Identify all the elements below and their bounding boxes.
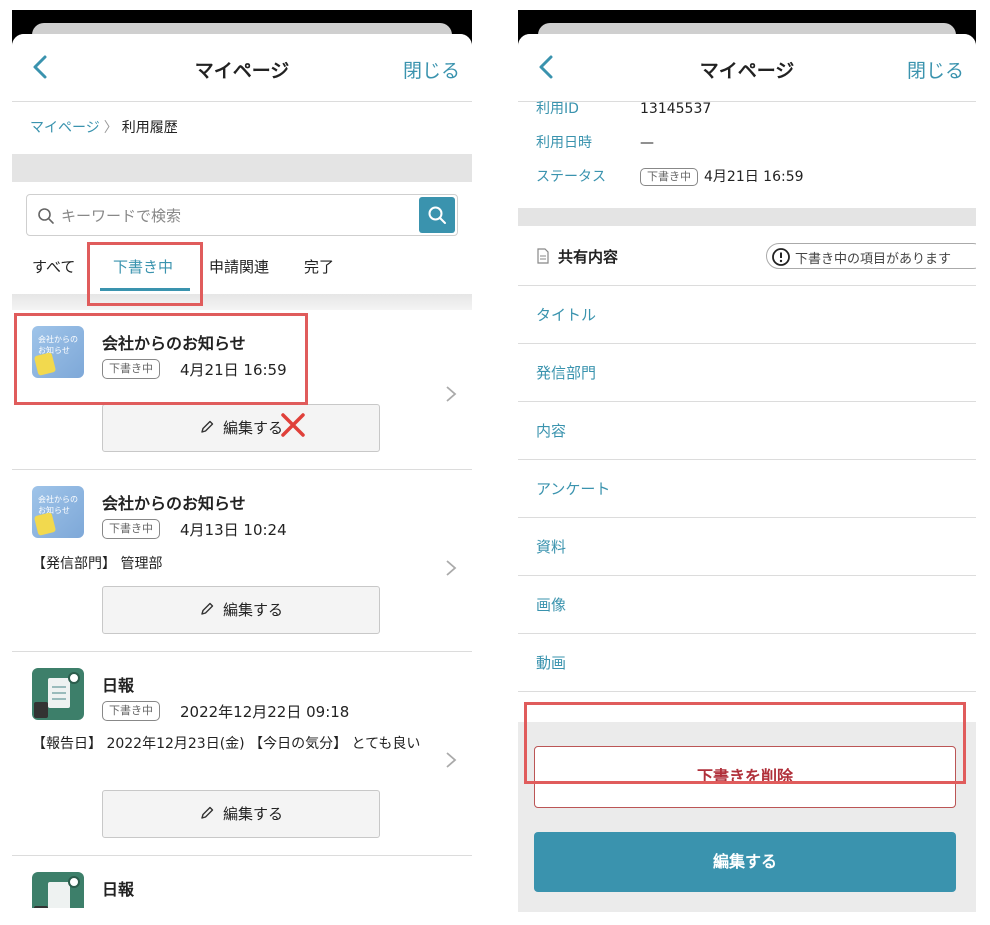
draft-notice-text: 下書き中の項目があります: [795, 252, 952, 267]
breadcrumb: マイページ〉利用履歴: [12, 102, 472, 154]
document-icon: [537, 248, 549, 264]
report-thumbnail: [32, 668, 84, 720]
tab-all[interactable]: すべて: [32, 256, 75, 277]
report-thumbnail: [32, 872, 84, 908]
pencil-icon: [201, 806, 214, 819]
chevron-right-icon: [446, 752, 457, 768]
search-area: [12, 182, 472, 236]
document-line: [52, 686, 66, 688]
field-department[interactable]: 発信部門: [518, 344, 976, 402]
item-description: 【発信部門】 管理部: [32, 556, 163, 572]
exclamation-circle-icon: [772, 248, 790, 266]
section-divider: [518, 208, 976, 226]
cross-mark-icon: [281, 413, 305, 437]
list-item[interactable]: 日報: [12, 856, 472, 908]
chevron-right-icon: [446, 560, 457, 576]
edit-button-label: 編集する: [222, 601, 283, 619]
search-icon: [428, 206, 446, 224]
list-top-shadow: [12, 294, 472, 310]
breadcrumb-separator: 〉: [103, 120, 118, 136]
highlight-draft-tab: [87, 242, 203, 306]
nav-bar: マイページ 閉じる: [518, 34, 976, 102]
nav-bar: マイページ 閉じる: [12, 34, 472, 102]
usage-details: 利用ID 13145537 利用日時 — ステータス 下書き中 4月21日 16:59: [518, 101, 976, 208]
detail-row-usage-date: 利用日時 —: [536, 132, 654, 152]
calculator-icon: [34, 702, 48, 718]
edit-button[interactable]: 編集する: [534, 832, 956, 892]
search-button[interactable]: [419, 197, 455, 233]
item-datetime: 2022年12月22日 09:18: [180, 703, 350, 721]
calculator-icon: [34, 906, 48, 908]
item-description: 【報告日】 2022年12月23日(金) 【今日の気分】 とても良い: [32, 736, 421, 752]
detail-row-status: ステータス 下書き中 4月21日 16:59: [536, 166, 804, 186]
breadcrumb-home-link[interactable]: マイページ: [30, 120, 100, 136]
clock-icon: [68, 672, 80, 684]
edit-button[interactable]: 編集する: [102, 790, 380, 838]
notice-thumbnail: 会社からの お知らせ: [32, 486, 84, 538]
list-item[interactable]: 日報 下書き中 2022年12月22日 09:18 【報告日】 2022年12月…: [12, 652, 472, 856]
close-button[interactable]: 閉じる: [907, 56, 964, 83]
chevron-right-icon: [446, 386, 457, 402]
status-badge: 下書き中: [102, 519, 160, 539]
clock-icon: [68, 876, 80, 888]
thumbnail-label: 会社からの お知らせ: [38, 495, 78, 515]
draft-notice-badge: 下書き中の項目があります: [766, 243, 976, 269]
edit-button-label: 編集する: [222, 419, 283, 437]
status-badge: 下書き中: [640, 168, 698, 186]
section-title: 共有内容: [558, 248, 619, 266]
item-datetime: 4月13日 10:24: [180, 521, 287, 539]
item-title: 日報: [102, 880, 135, 899]
field-image[interactable]: 画像: [518, 576, 976, 634]
item-title: 会社からのお知らせ: [102, 494, 246, 513]
detail-label: ステータス: [536, 169, 606, 185]
detail-row-usage-id: 利用ID 13145537: [536, 98, 711, 118]
detail-value: 4月21日 16:59: [704, 169, 804, 185]
left-phone-screen: マイページ 閉じる マイページ〉利用履歴 すべて 下書き中 申請関連 完了: [12, 10, 472, 908]
field-title[interactable]: タイトル: [518, 286, 976, 344]
highlight-delete-button: [524, 702, 966, 784]
search-input[interactable]: [61, 203, 361, 229]
mypage-sheet: マイページ 閉じる マイページ〉利用履歴 すべて 下書き中 申請関連 完了: [12, 34, 472, 908]
search-icon: [38, 208, 54, 224]
tab-application[interactable]: 申請関連: [209, 256, 269, 277]
item-title: 日報: [102, 676, 135, 695]
edit-button[interactable]: 編集する: [102, 404, 380, 452]
field-survey[interactable]: アンケート: [518, 460, 976, 518]
edit-button-label: 編集する: [222, 805, 283, 823]
edit-button[interactable]: 編集する: [102, 586, 380, 634]
section-divider: [12, 154, 472, 182]
list-item[interactable]: 会社からの お知らせ 会社からのお知らせ 下書き中 4月13日 10:24 【発…: [12, 470, 472, 652]
detail-label: 利用ID: [536, 101, 579, 117]
document-line: [52, 692, 66, 694]
breadcrumb-current: 利用履歴: [121, 120, 178, 136]
detail-label: 利用日時: [536, 135, 592, 151]
field-video[interactable]: 動画: [518, 634, 976, 692]
pencil-icon: [201, 420, 214, 433]
document-icon: [48, 882, 70, 908]
pencil-icon: [201, 602, 214, 615]
tab-completed[interactable]: 完了: [304, 256, 334, 277]
status-badge: 下書き中: [102, 701, 160, 721]
highlight-first-item: [14, 313, 308, 405]
field-materials[interactable]: 資料: [518, 518, 976, 576]
field-content[interactable]: 内容: [518, 402, 976, 460]
detail-value: 13145537: [640, 101, 712, 117]
document-line: [52, 698, 66, 700]
shared-content-header: 共有内容 下書き中の項目があります: [518, 226, 976, 286]
detail-value: —: [640, 135, 654, 151]
search-box: [26, 194, 458, 236]
close-button[interactable]: 閉じる: [403, 56, 460, 83]
filter-tabs: すべて 下書き中 申請関連 完了: [12, 236, 472, 294]
